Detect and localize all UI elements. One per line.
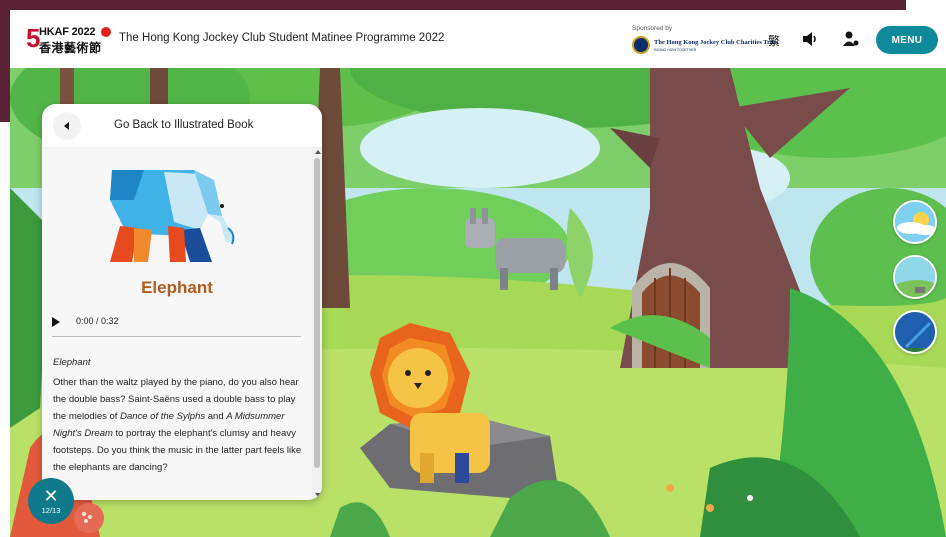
sound-icon xyxy=(803,32,816,46)
play-icon[interactable] xyxy=(52,317,60,327)
sponsor-tagline: RIDING HIGH TOGETHER xyxy=(654,48,697,52)
logo-line2: 香港藝術節 xyxy=(39,41,102,55)
desc-italic-1: Dance of the Sylphs xyxy=(120,411,206,422)
logo-dot-icon xyxy=(101,27,111,37)
scene-nav-night[interactable] xyxy=(893,310,937,354)
audio-time: 0:00 / 0:32 xyxy=(76,316,119,326)
header-bar: 5 HKAF 2022 香港藝術節 The Hong Kong Jockey C… xyxy=(10,10,946,68)
logo-line1: HKAF 2022 xyxy=(39,26,96,38)
menu-button[interactable]: MENU xyxy=(876,26,938,54)
elephant-illustration xyxy=(110,170,235,262)
panel-content: Elephant 0:00 / 0:32 Elephant Other than… xyxy=(42,148,312,500)
info-panel: Go Back to Illustrated Book Elephant 0:0… xyxy=(42,104,322,500)
desc-text-2: and xyxy=(205,411,227,422)
divider xyxy=(52,336,301,337)
scroll-down-icon[interactable] xyxy=(315,493,321,497)
scroll-up-icon[interactable] xyxy=(315,150,321,154)
page-counter: 12/13 xyxy=(41,505,61,515)
back-to-book-link[interactable]: Go Back to Illustrated Book xyxy=(114,119,253,131)
scroll-thumb[interactable] xyxy=(314,158,320,468)
jockey-club-badge-icon xyxy=(632,36,650,54)
close-button[interactable]: ✕ 12/13 xyxy=(28,478,74,524)
sound-button[interactable] xyxy=(801,30,821,48)
sponsor-logo[interactable]: The Hong Kong Jockey Club Charities Trus… xyxy=(632,34,778,56)
panel-header: Go Back to Illustrated Book xyxy=(42,104,322,148)
back-icon xyxy=(64,122,69,130)
close-icon: ✕ xyxy=(43,485,59,506)
back-button[interactable] xyxy=(53,112,81,140)
page-title: The Hong Kong Jockey Club Student Matine… xyxy=(119,32,445,44)
description-title: Elephant xyxy=(53,357,91,368)
panel-scrollbar[interactable] xyxy=(312,148,322,500)
user-icon xyxy=(843,31,859,46)
scene-nav-field[interactable] xyxy=(893,255,937,299)
language-toggle[interactable]: 繁 xyxy=(768,32,780,49)
audio-player[interactable]: 0:00 / 0:32 xyxy=(52,311,302,335)
animal-name: Elephant xyxy=(141,278,213,297)
sponsor-label: Sponsored by xyxy=(632,25,673,32)
user-button[interactable] xyxy=(842,30,860,48)
hkaf-logo[interactable]: 5 HKAF 2022 香港藝術節 xyxy=(26,25,111,55)
chat-bubble-icon[interactable] xyxy=(74,503,104,533)
sponsor-name: The Hong Kong Jockey Club Charities Trus… xyxy=(654,39,779,46)
description-text: Other than the waltz played by the piano… xyxy=(53,374,303,476)
dots-icon xyxy=(81,511,93,523)
scene-nav-sky[interactable] xyxy=(893,200,937,244)
